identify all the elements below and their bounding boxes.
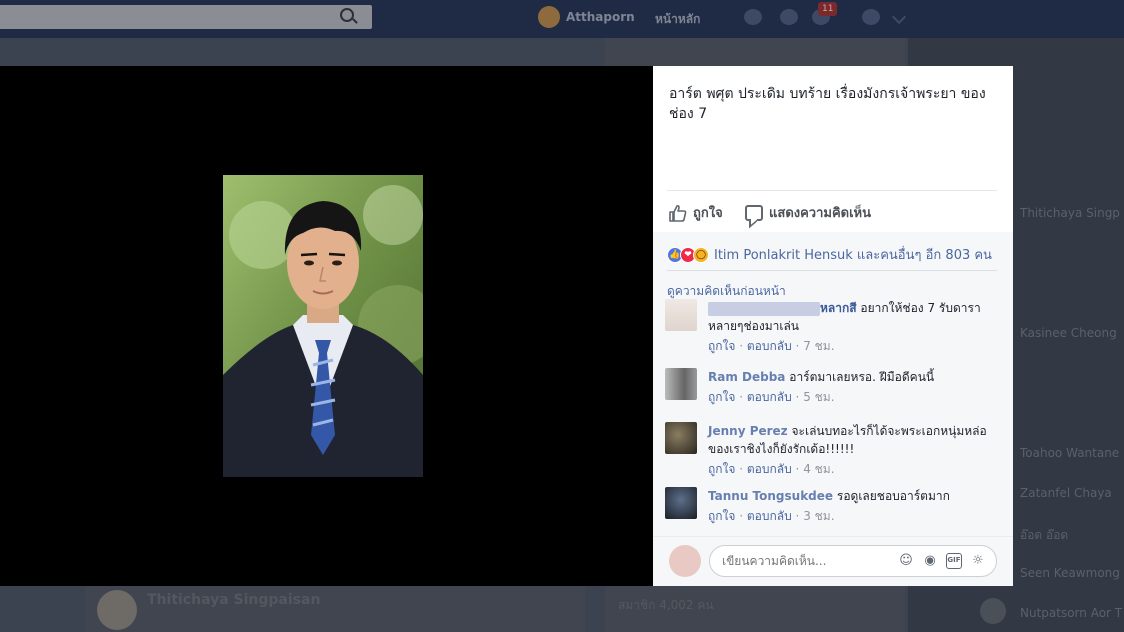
- comments-section: 👍 ❤ ◯ Itim Ponlakrit Hensuk และคนอื่นๆ อ…: [653, 232, 1013, 586]
- comment-reply-link[interactable]: ตอบกลับ: [747, 390, 792, 404]
- photo-side-panel: อาร์ต พศุต ประเดิม บทร้าย เรื่องมังกรเจ้…: [653, 66, 1013, 586]
- avatar: [97, 590, 137, 630]
- avatar: [980, 598, 1006, 624]
- contact-item: Zatanfel Chaya: [1020, 486, 1112, 500]
- comment-text: อาร์ตมาเลยหรอ. ฝีมือดีคนนี้: [789, 370, 935, 384]
- camera-icon[interactable]: ◉: [922, 553, 938, 569]
- comment-body: Tannu Tongsukdee รอดูเลยชอบอาร์ตมาก: [708, 487, 998, 505]
- member-count-dimmed: สมาชิก 4,002 คน: [618, 598, 714, 612]
- comment-like-link[interactable]: ถูกใจ: [708, 509, 735, 523]
- home-link[interactable]: หน้าหลัก: [655, 10, 700, 29]
- avatar[interactable]: [665, 368, 697, 400]
- comment-reply-link[interactable]: ตอบกลับ: [747, 462, 792, 476]
- help-icon[interactable]: [862, 9, 880, 25]
- contact-item: Seen Keawmong: [1020, 566, 1120, 580]
- comment-label: แสดงความคิดเห็น: [769, 206, 872, 221]
- contact-item: Kasinee Cheong: [1020, 326, 1117, 340]
- search-input[interactable]: [0, 5, 372, 29]
- comment-time: 7 ชม.: [803, 339, 835, 353]
- avatar[interactable]: [665, 299, 697, 331]
- friends-icon[interactable]: [744, 9, 762, 25]
- search-icon[interactable]: [340, 8, 354, 22]
- comment-like-link[interactable]: ถูกใจ: [708, 390, 735, 404]
- top-navigation-bar: Atthaporn หน้าหลัก 11: [0, 0, 1124, 38]
- contact-item: Toahoo Wantane: [1020, 446, 1120, 460]
- comment-time: 3 ชม.: [803, 509, 835, 523]
- messenger-icon[interactable]: [780, 9, 798, 25]
- comment-body: Ram Debba อาร์ตมาเลยหรอ. ฝีมือดีคนนี้: [708, 368, 998, 386]
- avatar[interactable]: [665, 487, 697, 519]
- contact-item: Nutpatsorn Aor T: [1020, 606, 1123, 620]
- comment-time: 4 ชม.: [803, 462, 835, 476]
- comment-button[interactable]: แสดงความคิดเห็น: [745, 202, 871, 223]
- notification-badge: 11: [818, 2, 838, 16]
- comment-icon: [745, 204, 763, 221]
- comment-author[interactable]: Jenny Perez: [708, 424, 788, 438]
- comment-like-link[interactable]: ถูกใจ: [708, 339, 735, 353]
- comment-actions: ถูกใจ · ตอบกลับ · 5 ชม.: [708, 390, 835, 404]
- chevron-down-icon[interactable]: [891, 9, 907, 25]
- avatar: [669, 545, 701, 577]
- gif-icon[interactable]: GIF: [946, 553, 962, 569]
- post-photo[interactable]: [223, 175, 423, 477]
- avatar[interactable]: [665, 422, 697, 454]
- portrait-image: [223, 175, 423, 477]
- divider: [667, 270, 997, 271]
- emoji-icon[interactable]: ☺: [898, 553, 914, 569]
- like-label: ถูกใจ: [693, 206, 723, 221]
- post-caption: อาร์ต พศุต ประเดิม บทร้าย เรื่องมังกรเจ้…: [669, 86, 986, 122]
- comment-author[interactable]: Ram Debba: [708, 370, 785, 384]
- comment-actions: ถูกใจ · ตอบกลับ · 3 ชม.: [708, 509, 835, 523]
- wow-icon: ◯: [693, 246, 709, 263]
- profile-link[interactable]: Atthaporn: [566, 10, 635, 24]
- comment-actions: ถูกใจ · ตอบกลับ · 4 ชม.: [708, 462, 835, 476]
- comment-composer: ☺ ◉ GIF ☼: [653, 536, 1013, 586]
- avatar[interactable]: [538, 6, 560, 28]
- post-author-dimmed: Thitichaya Singpaisan: [147, 592, 321, 608]
- reactions-summary[interactable]: 👍 ❤ ◯ Itim Ponlakrit Hensuk และคนอื่นๆ อ…: [667, 244, 992, 265]
- name-redaction: [708, 301, 820, 316]
- comment-author[interactable]: หลากสี: [820, 301, 857, 315]
- reactions-text[interactable]: Itim Ponlakrit Hensuk และคนอื่นๆ อีก 803…: [714, 244, 992, 265]
- like-icon: [669, 204, 687, 222]
- comment-body: Jenny Perez จะเล่นบทอะไรก็ได้จะพระเอกหนุ…: [708, 422, 998, 458]
- contact-item: Thitichaya Singp: [1020, 206, 1120, 220]
- comment-reply-link[interactable]: ตอบกลับ: [747, 339, 792, 353]
- comment-body: หลากสี อยากให้ช่อง 7 รับดาราหลายๆช่องมาเ…: [708, 299, 998, 335]
- divider: [667, 190, 997, 191]
- comment-time: 5 ชม.: [803, 390, 835, 404]
- comment-actions: ถูกใจ · ตอบกลับ · 7 ชม.: [708, 339, 835, 353]
- comment-text: รอดูเลยชอบอาร์ตมาก: [836, 489, 950, 503]
- comment-author[interactable]: Tannu Tongsukdee: [708, 489, 833, 503]
- comment-like-link[interactable]: ถูกใจ: [708, 462, 735, 476]
- sticker-icon[interactable]: ☼: [970, 553, 986, 569]
- contact-item: อ๊อด อ๊อด: [1020, 528, 1069, 542]
- comment-reply-link[interactable]: ตอบกลับ: [747, 509, 792, 523]
- like-button[interactable]: ถูกใจ: [669, 202, 723, 223]
